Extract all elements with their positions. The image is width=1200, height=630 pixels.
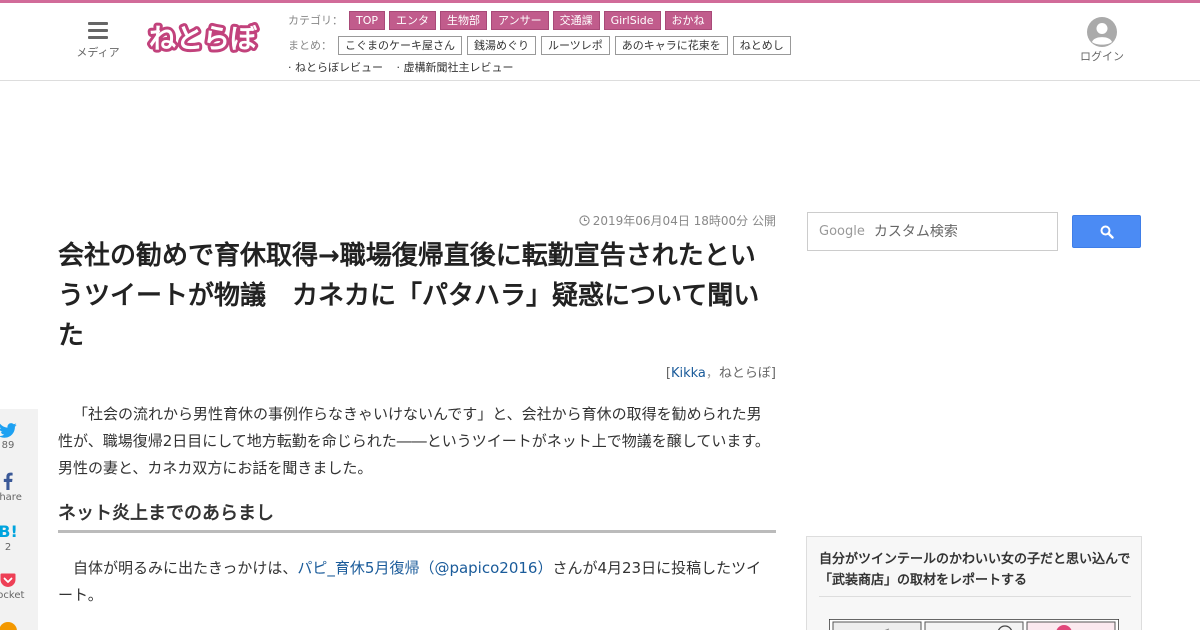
sidebar-promo-card[interactable]: 自分がツインテールのかわいい女の子だと思い込んで「武装商店」の取材をレポートする	[806, 536, 1142, 630]
section-heading: ネット炎上までのあらまし	[58, 500, 776, 533]
byline-close: ]	[770, 366, 776, 381]
review-links: · ねとらぼレビュー · 虚構新聞社主レビュー	[288, 59, 524, 75]
media-menu-label: メディア	[76, 46, 120, 59]
logo-text: ねとらぼ	[149, 24, 258, 55]
article-paragraph: 自体が明るみに出たきっかけは、パピ_育休5月復帰（@papico2016）さんが…	[58, 555, 776, 609]
clock-icon	[579, 215, 590, 226]
category-tag-answer[interactable]: アンサー	[491, 10, 549, 30]
svg-text:B!: B!	[0, 522, 18, 540]
category-nav: カテゴリ： TOP エンタ 生物部 アンサー 交通課 GirlSide おかね	[288, 10, 716, 30]
search-button[interactable]	[1072, 215, 1141, 248]
site-logo[interactable]: ねとらぼ ねとらぼ	[146, 15, 260, 61]
more-share-button[interactable]	[0, 622, 26, 630]
twitter-share-button[interactable]: 89	[0, 423, 26, 451]
site-search-box[interactable]: Google	[807, 212, 1058, 251]
publisher-name: ねとらぼ	[718, 366, 771, 381]
search-icon	[1100, 225, 1114, 239]
twitter-icon	[0, 423, 17, 438]
category-label: カテゴリ：	[288, 14, 343, 27]
pocket-icon	[0, 573, 16, 587]
pocket-label: Pocket	[0, 590, 25, 601]
publish-date-text: 2019年06月04日 18時00分 公開	[592, 214, 776, 228]
category-tag-koutsuu[interactable]: 交通課	[552, 10, 600, 30]
author-link[interactable]: Kikka	[671, 366, 706, 381]
publish-date: 2019年06月04日 18時00分 公開	[560, 212, 776, 229]
twitter-count: 89	[1, 440, 15, 451]
hatena-bookmark-button[interactable]: B! 2	[0, 522, 26, 553]
promo-manga-thumbnail[interactable]	[829, 619, 1119, 630]
summary-tag-sentou[interactable]: 銭湯めぐり	[467, 35, 536, 55]
media-menu-button[interactable]: メディア	[74, 21, 122, 60]
search-input[interactable]	[873, 223, 1044, 240]
more-share-icon	[0, 622, 17, 630]
article-title: 会社の勧めで育休取得→職場復帰直後に転勤宣告されたというツイートが物議 カネカに…	[58, 241, 760, 351]
summary-tag-koguma[interactable]: こぐまのケーキ屋さん	[338, 35, 462, 55]
paragraph-text-before: 自体が明るみに出たきっかけは、	[73, 559, 298, 577]
summary-tag-netomeshi[interactable]: ねとめし	[732, 35, 791, 55]
google-brand-label: Google	[819, 224, 865, 239]
category-tag-enta[interactable]: エンタ	[389, 10, 437, 30]
byline-separator: ，	[705, 366, 719, 381]
pocket-button[interactable]: Pocket	[0, 573, 26, 601]
hamburger-icon	[88, 21, 108, 39]
promo-title[interactable]: 自分がツインテールのかわいい女の子だと思い込んで「武装商店」の取材をレポートする	[819, 549, 1131, 591]
category-tag-top[interactable]: TOP	[349, 10, 386, 30]
category-tag-okane[interactable]: おかね	[664, 10, 712, 30]
article-byline: [Kikka，ねとらぼ]	[560, 362, 776, 381]
share-sidebar: 89 share B! 2 Pocket	[0, 409, 38, 630]
article-lead: 「社会の流れから男性育休の事例作らなきゃいけないんです」と、会社から育休の取得を…	[58, 405, 770, 477]
category-tag-seibutsu[interactable]: 生物部	[440, 10, 488, 30]
summary-tag-roots[interactable]: ルーツレポ	[541, 35, 610, 55]
login-label: ログイン	[1080, 50, 1124, 63]
review-link-netorabo[interactable]: · ねとらぼレビュー	[288, 61, 383, 74]
facebook-icon	[3, 472, 13, 490]
summary-nav: まとめ： こぐまのケーキ屋さん 銭湯めぐり ルーツレポ あのキャラに花束を ねと…	[288, 35, 796, 55]
promo-divider	[819, 596, 1131, 597]
category-tag-girlside[interactable]: GirlSide	[603, 10, 661, 30]
summary-label: まとめ：	[288, 39, 332, 52]
hatena-bookmark-icon: B!	[0, 522, 18, 540]
facebook-label: share	[0, 492, 22, 503]
twitter-user-link[interactable]: パピ_育休5月復帰（@papico2016）	[297, 559, 552, 577]
facebook-share-button[interactable]: share	[0, 472, 26, 503]
summary-tag-hanataba[interactable]: あのキャラに花束を	[614, 35, 728, 55]
login-button[interactable]: ログイン	[1076, 17, 1128, 64]
site-header: メディア ねとらぼ ねとらぼ カテゴリ： TOP エンタ 生物部 アンサー 交通…	[0, 3, 1200, 81]
review-link-kyokou[interactable]: · 虚構新聞社主レビュー	[397, 61, 514, 74]
hatena-count: 2	[4, 542, 12, 553]
user-avatar-icon	[1087, 17, 1117, 47]
